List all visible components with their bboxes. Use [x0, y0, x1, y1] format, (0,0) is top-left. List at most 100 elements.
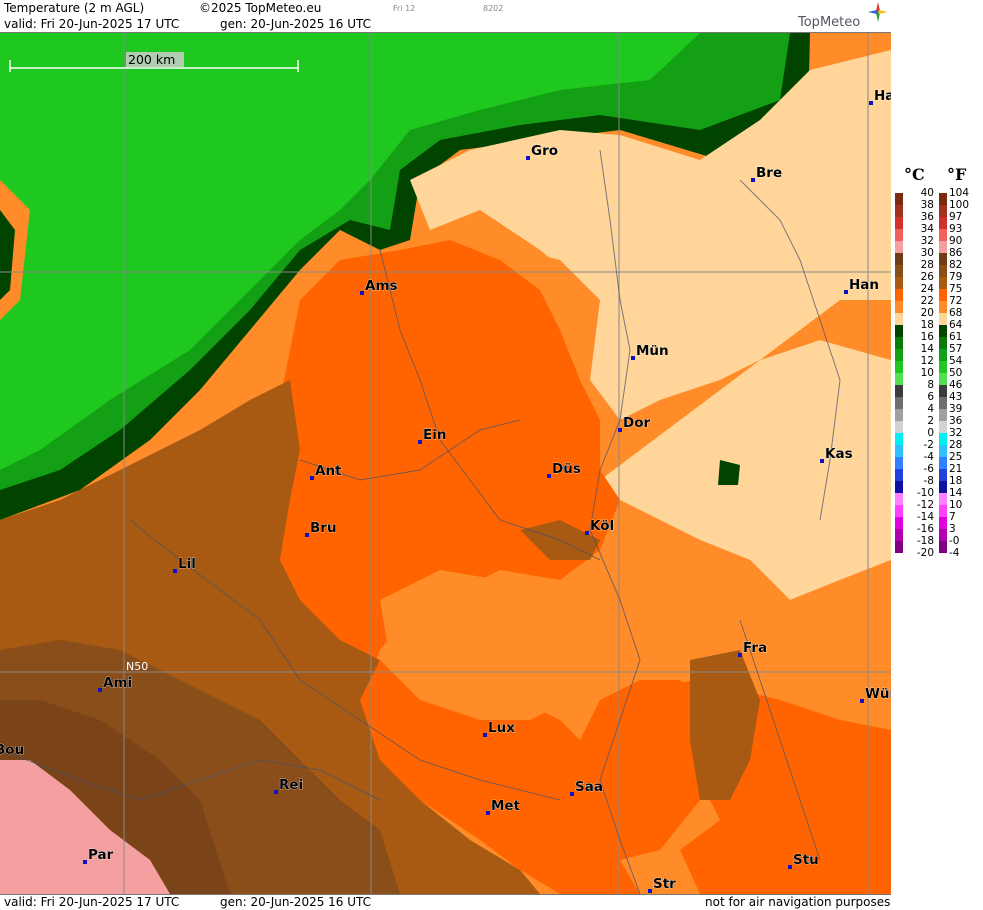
legend-swatch-fahrenheit — [939, 229, 947, 241]
city-label: Gro — [531, 143, 558, 159]
legend-fahrenheit-value: 64 — [949, 319, 963, 331]
city-label: Fra — [743, 640, 767, 656]
legend-swatch-fahrenheit — [939, 205, 947, 217]
city-label: Stu — [793, 852, 819, 868]
city-dot — [844, 290, 848, 294]
legend-swatch-celsius — [895, 361, 903, 373]
city-dot — [751, 178, 755, 182]
city-dot — [547, 474, 551, 478]
city-label: Bre — [756, 165, 782, 181]
legend-fahrenheit-value: 46 — [949, 379, 963, 391]
legend-swatch-celsius — [895, 517, 903, 529]
legend-swatch-fahrenheit — [939, 529, 947, 541]
legend-swatch-fahrenheit — [939, 373, 947, 385]
legend-swatch-fahrenheit — [939, 301, 947, 313]
legend-swatch-fahrenheit — [939, 361, 947, 373]
legend-celsius-value: -12 — [916, 499, 934, 511]
city-label: Mün — [636, 343, 669, 359]
legend-swatch-fahrenheit — [939, 217, 947, 229]
legend-fahrenheit-value: 18 — [949, 475, 963, 487]
legend-swatch-celsius — [895, 289, 903, 301]
city-dot — [860, 699, 864, 703]
city-label: Düs — [552, 461, 581, 477]
legend-swatch-celsius — [895, 349, 903, 361]
legend-fahrenheit-value: 36 — [949, 415, 963, 427]
city-label: Dor — [623, 415, 650, 431]
legend-swatch-fahrenheit — [939, 505, 947, 517]
legend-celsius-value: 32 — [920, 235, 934, 247]
legend-fahrenheit-value: 57 — [949, 343, 963, 355]
legend-swatch-celsius — [895, 457, 903, 469]
legend-fahrenheit-value: 86 — [949, 247, 963, 259]
legend-celsius-value: -18 — [916, 535, 934, 547]
legend-swatch-fahrenheit — [939, 517, 947, 529]
brand-name: TopMeteo — [798, 15, 861, 30]
city-dot — [305, 533, 309, 537]
legend-fahrenheit-value: 79 — [949, 271, 963, 283]
legend-swatch-celsius — [895, 385, 903, 397]
city-label: Ami — [103, 675, 132, 691]
legend-swatch-celsius — [895, 421, 903, 433]
legend-celsius-value: -16 — [916, 523, 934, 535]
legend-swatch-fahrenheit — [939, 253, 947, 265]
legend-swatch-fahrenheit — [939, 481, 947, 493]
legend-celsius-value: 2 — [927, 415, 934, 427]
legend-swatch-fahrenheit — [939, 289, 947, 301]
legend-fahrenheit-value: 3 — [949, 523, 956, 535]
legend-celsius-value: 8 — [927, 379, 934, 391]
city-label: Wür — [865, 686, 891, 702]
city-label: Saa — [575, 779, 603, 795]
city-label: Rei — [279, 777, 303, 793]
legend-celsius-value: -14 — [916, 511, 934, 523]
legend-swatch-celsius — [895, 469, 903, 481]
id-code: 8202 — [483, 4, 504, 13]
legend-swatch-celsius — [895, 205, 903, 217]
legend-swatch-fahrenheit — [939, 397, 947, 409]
city-label: Han — [849, 277, 879, 293]
city-label: Str — [653, 876, 676, 892]
legend-celsius-value: 30 — [920, 247, 934, 259]
legend-fahrenheit-value: 7 — [949, 511, 956, 523]
map-title: Temperature (2 m AGL) — [4, 1, 145, 15]
city-dot — [648, 889, 652, 893]
legend-swatch-fahrenheit — [939, 541, 947, 553]
city-label: Bou — [0, 742, 24, 758]
city-dot — [788, 865, 792, 869]
legend-swatch-fahrenheit — [939, 337, 947, 349]
city-dot — [360, 291, 364, 295]
legend-fahrenheit-value: 14 — [949, 487, 963, 499]
legend-swatch-fahrenheit — [939, 193, 947, 205]
city-dot — [274, 790, 278, 794]
scale-label: 200 km — [128, 52, 175, 67]
city-label: Ham — [874, 88, 891, 104]
legend-celsius-value: 14 — [920, 343, 934, 355]
legend-celsius-value: -4 — [923, 451, 934, 463]
legend-swatch-celsius — [895, 265, 903, 277]
legend-fahrenheit-value: 68 — [949, 307, 963, 319]
legend-swatch-fahrenheit — [939, 421, 947, 433]
city-dot — [570, 792, 574, 796]
legend-celsius-value: 34 — [920, 223, 934, 235]
map-footer: valid: Fri 20-Jun-2025 17 UTC gen: 20-Ju… — [0, 894, 891, 910]
map-header: Temperature (2 m AGL) ©2025 TopMeteo.eu … — [0, 0, 891, 33]
legend-swatch-celsius — [895, 277, 903, 289]
legend-fahrenheit-value: 50 — [949, 367, 963, 379]
legend-swatch-celsius — [895, 313, 903, 325]
city-label: Bru — [310, 520, 337, 536]
legend-swatch-celsius — [895, 337, 903, 349]
legend-fahrenheit-value: 10 — [949, 499, 963, 511]
legend-fahrenheit-value: 32 — [949, 427, 963, 439]
unit-fahrenheit: °F — [947, 165, 967, 184]
legend-swatch-celsius — [895, 229, 903, 241]
legend-celsius-value: 0 — [927, 427, 934, 439]
city-label: Par — [88, 847, 114, 863]
legend-celsius-value: 18 — [920, 319, 934, 331]
city-dot — [585, 531, 589, 535]
legend-swatch-celsius — [895, 493, 903, 505]
legend-swatch-celsius — [895, 241, 903, 253]
legend-swatch-fahrenheit — [939, 325, 947, 337]
run-code: Fri 12 — [393, 4, 416, 13]
legend-celsius-value: -20 — [916, 547, 934, 559]
city-label: Met — [491, 798, 521, 814]
legend-celsius-value: 22 — [920, 295, 934, 307]
